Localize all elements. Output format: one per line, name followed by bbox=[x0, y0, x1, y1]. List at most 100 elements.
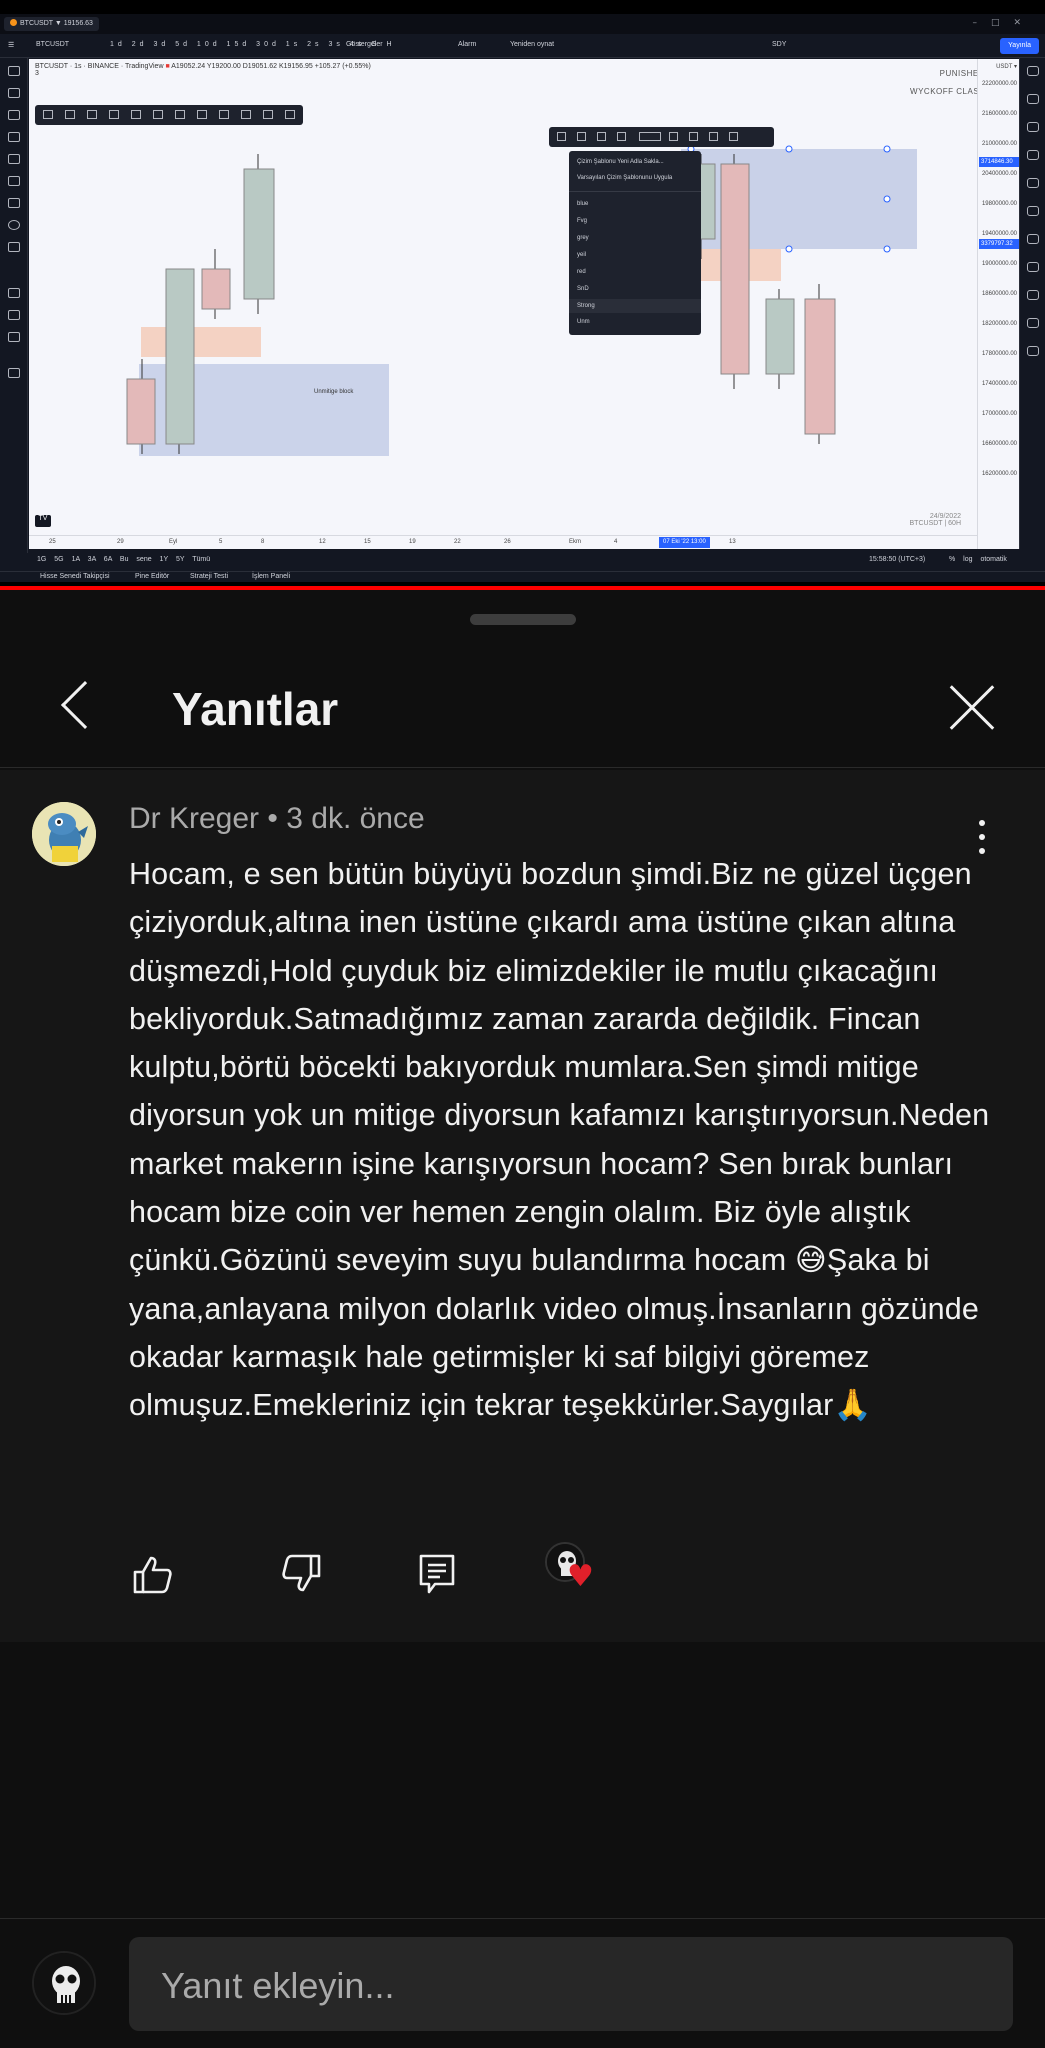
price-label: 17400000.00 bbox=[981, 381, 1017, 387]
browser-tab-bar: BTCUSDT ▼ 19156.63 –□✕ bbox=[0, 14, 1045, 34]
alerts-icon bbox=[1027, 94, 1039, 104]
window-controls: –□✕ bbox=[972, 18, 1035, 28]
replay-label: Yeniden oynat bbox=[510, 41, 555, 48]
bitcoin-icon bbox=[10, 19, 17, 26]
watermark-line2: WYCKOFF CLASS bbox=[910, 87, 985, 96]
menu-divider bbox=[569, 191, 701, 192]
price-label: 18200000.00 bbox=[981, 321, 1017, 327]
price-label: 17000000.00 bbox=[981, 411, 1017, 417]
template-yeil: yeil bbox=[577, 252, 587, 258]
streams-icon bbox=[1027, 262, 1039, 272]
time-tag: 07 Eki '22 13:00 bbox=[659, 537, 710, 548]
handle bbox=[785, 245, 793, 253]
time-label: 4 bbox=[614, 539, 618, 545]
thumbs-down-icon bbox=[282, 1554, 321, 1592]
kebab-dot bbox=[979, 834, 985, 840]
tradingview-logo: TV bbox=[35, 515, 51, 527]
comment-meta: Dr Kreger • 3 dk. önce bbox=[129, 802, 425, 836]
indicators-label: Göstergeler bbox=[346, 41, 383, 48]
kebab-dot bbox=[979, 820, 985, 826]
panel-screener: Hisse Senedi Takipçisi bbox=[40, 573, 110, 580]
time-label: 26 bbox=[504, 539, 511, 545]
close-button[interactable] bbox=[940, 678, 1000, 738]
broadcast-icon bbox=[1027, 318, 1039, 328]
notifications-icon bbox=[1027, 290, 1039, 300]
dislike-button[interactable] bbox=[277, 1550, 325, 1598]
time-label: 8 bbox=[261, 539, 265, 545]
pattern-icon bbox=[8, 176, 20, 186]
candle-bull bbox=[165, 268, 195, 445]
magnet-icon bbox=[8, 288, 20, 298]
supply-zone-left bbox=[141, 327, 261, 357]
price-label: 19800000.00 bbox=[981, 201, 1017, 207]
comment-card: Dr Kreger • 3 dk. önce Hocam, e sen bütü… bbox=[0, 770, 1045, 1642]
time-label: 12 bbox=[319, 539, 326, 545]
date-watermark: 24/9/2022 BTCUSDT | 60H bbox=[910, 513, 961, 527]
candle-bear bbox=[201, 268, 231, 310]
comment-actions: ♥ bbox=[129, 1542, 629, 1610]
panel-trading: İşlem Paneli bbox=[252, 573, 291, 580]
drawing-tools-sidebar bbox=[0, 58, 28, 553]
datawindow-icon bbox=[1027, 122, 1039, 132]
drag-handle[interactable] bbox=[470, 614, 576, 625]
author-name[interactable]: Dr Kreger bbox=[129, 802, 259, 835]
panel-strategy: Strateji Testi bbox=[190, 573, 228, 580]
price-label: 21600000.00 bbox=[981, 111, 1017, 117]
layout-label: SDY bbox=[772, 41, 787, 48]
symbol-label: BTCUSDT bbox=[36, 41, 70, 48]
settings-icon bbox=[669, 132, 678, 141]
reply-comment-icon bbox=[419, 1554, 455, 1594]
text-icon bbox=[617, 132, 626, 141]
template-red: red bbox=[577, 269, 586, 275]
right-sidebar bbox=[1019, 58, 1045, 553]
like-button[interactable] bbox=[129, 1550, 177, 1598]
reply-input[interactable]: Yanıt ekleyin... bbox=[129, 1937, 1013, 2031]
candle-bear bbox=[720, 163, 750, 375]
fill-icon bbox=[597, 132, 606, 141]
object-toolbar bbox=[549, 127, 774, 147]
template-fvg: Fvg bbox=[577, 218, 588, 224]
chevron-left-icon bbox=[60, 680, 110, 730]
watchlist-icon bbox=[1027, 66, 1039, 76]
menu-icon: ☰ bbox=[8, 42, 15, 49]
handle bbox=[785, 145, 793, 153]
page-title: Yanıtlar bbox=[172, 683, 339, 735]
chat-icon bbox=[1027, 234, 1039, 244]
trash-icon bbox=[729, 132, 738, 141]
template-blue: blue bbox=[577, 201, 589, 207]
pulse-icon bbox=[1027, 346, 1039, 356]
chart-toolbar: ☰ BTCUSDT 1d 2d 3d 5d 10d 15d 30d 1s 2s … bbox=[0, 34, 1045, 58]
price-label: 21000000.00 bbox=[981, 141, 1017, 147]
reply-button[interactable] bbox=[413, 1550, 461, 1598]
time-label: Ekm bbox=[569, 539, 581, 545]
comment-time: 3 dk. önce bbox=[286, 802, 425, 835]
eye-icon bbox=[8, 332, 20, 342]
video-player[interactable]: BTCUSDT ▼ 19156.63 –□✕ ☰ BTCUSDT 1d 2d 3… bbox=[0, 0, 1045, 590]
trash-icon bbox=[8, 368, 20, 378]
avatar[interactable] bbox=[32, 802, 96, 866]
price-label: 19400000.00 bbox=[981, 231, 1017, 237]
clock-label: 15:58:50 (UTC+3) bbox=[869, 556, 926, 563]
time-label: 22 bbox=[454, 539, 461, 545]
price-label: 16200000.00 bbox=[981, 471, 1017, 477]
template-icon bbox=[557, 132, 566, 141]
bottom-panels: Hisse Senedi Takipçisi Pine Editör Strat… bbox=[0, 571, 1045, 582]
reply-compose-bar: Yanıt ekleyin... bbox=[0, 1918, 1045, 2048]
price-label: 22200000.00 bbox=[981, 81, 1017, 87]
time-label: Eyl bbox=[169, 539, 178, 545]
chart-drawings bbox=[126, 145, 917, 456]
back-button[interactable] bbox=[50, 672, 110, 744]
chart-annotation: Unmitige block bbox=[314, 389, 354, 395]
time-label: 25 bbox=[49, 539, 56, 545]
alarm-label: Alarm bbox=[458, 41, 477, 48]
pencil-icon bbox=[577, 132, 586, 141]
handle bbox=[883, 195, 891, 203]
time-label: 13 bbox=[729, 539, 736, 545]
user-avatar bbox=[32, 1951, 96, 2015]
chart-area: BTCUSDT · 1s · BINANCE · TradingView ■ A… bbox=[29, 59, 1021, 549]
time-label: 15 bbox=[364, 539, 371, 545]
reply-placeholder: Yanıt ekleyin... bbox=[161, 1965, 395, 2006]
time-label: 19 bbox=[409, 539, 416, 545]
handle bbox=[883, 245, 891, 253]
candle-bull bbox=[243, 168, 275, 300]
